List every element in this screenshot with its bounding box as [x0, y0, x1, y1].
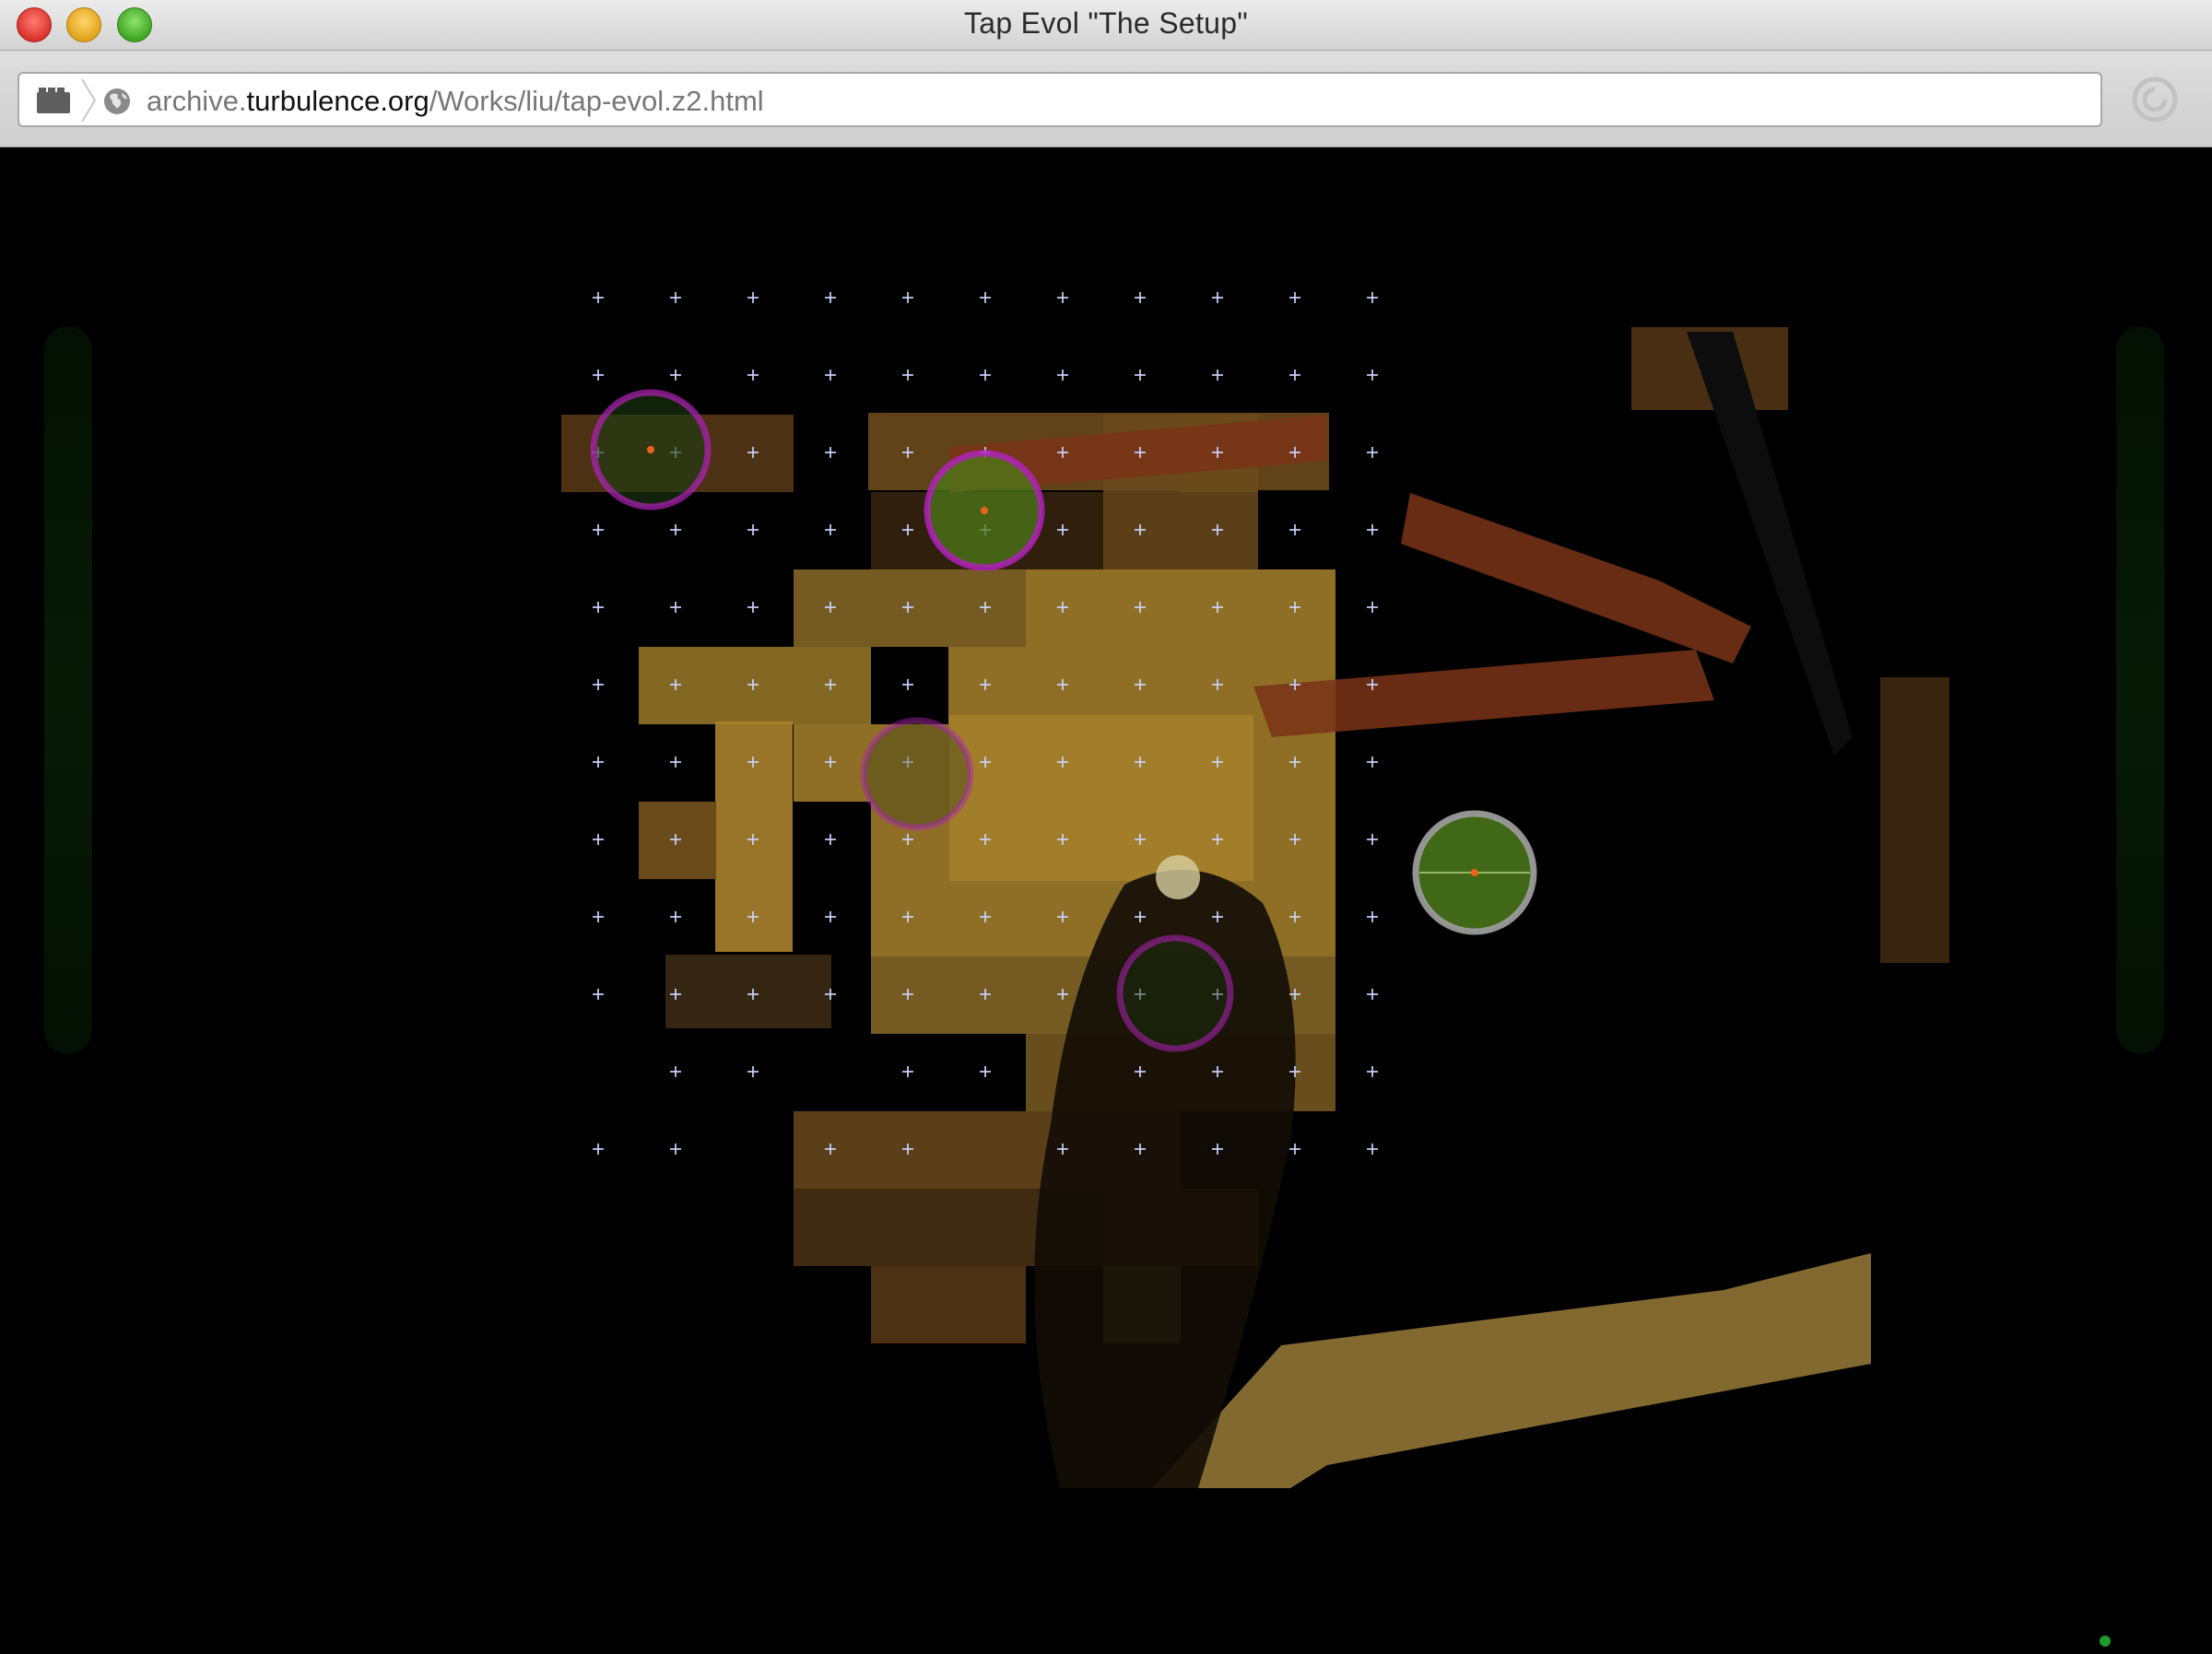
window-title: Tap Evol "The Setup"	[964, 6, 1248, 40]
status-indicator-dot	[2100, 1636, 2111, 1647]
marker-center	[1471, 869, 1478, 876]
browser-toolbar: archive.turbulence.org/Works/liu/tap-evo…	[0, 51, 2212, 147]
globe-icon	[104, 88, 130, 114]
mosaic-tile	[948, 1266, 1026, 1343]
mosaic-tile	[665, 955, 831, 1028]
url-text[interactable]: archive.turbulence.org/Works/liu/tap-evo…	[147, 85, 764, 118]
url-host: turbulence.org	[246, 85, 429, 117]
reader-icon[interactable]	[2132, 76, 2178, 123]
video-mosaic[interactable]	[0, 147, 2212, 1654]
mosaic-tile	[871, 1266, 948, 1343]
marker-center	[647, 446, 654, 453]
mosaic-tile	[794, 1189, 871, 1266]
floor-highlight	[1152, 1253, 1871, 1488]
mosaic-tile	[948, 1189, 1026, 1266]
title-bar[interactable]: Tap Evol "The Setup"	[0, 0, 2212, 51]
rust-beam	[1401, 493, 1751, 663]
light-spot	[1156, 855, 1200, 899]
browser-window: Tap Evol "The Setup" archive.turbulence.…	[0, 0, 2212, 1654]
marker-center	[981, 507, 988, 514]
mosaic-tile	[1880, 677, 1949, 963]
mosaic-tile	[949, 715, 1253, 881]
mosaic-tile	[871, 1189, 948, 1266]
artwork-viewport[interactable]	[0, 147, 2212, 1654]
tabs-icon[interactable]	[36, 87, 71, 114]
mosaic-tile	[948, 1111, 1026, 1189]
url-path: /Works/liu/tap-evol.z2.html	[429, 85, 764, 117]
url-prefix: archive.	[147, 85, 247, 117]
address-bar[interactable]: archive.turbulence.org/Works/liu/tap-evo…	[18, 72, 2102, 127]
breadcrumb-separator-icon	[81, 78, 97, 123]
